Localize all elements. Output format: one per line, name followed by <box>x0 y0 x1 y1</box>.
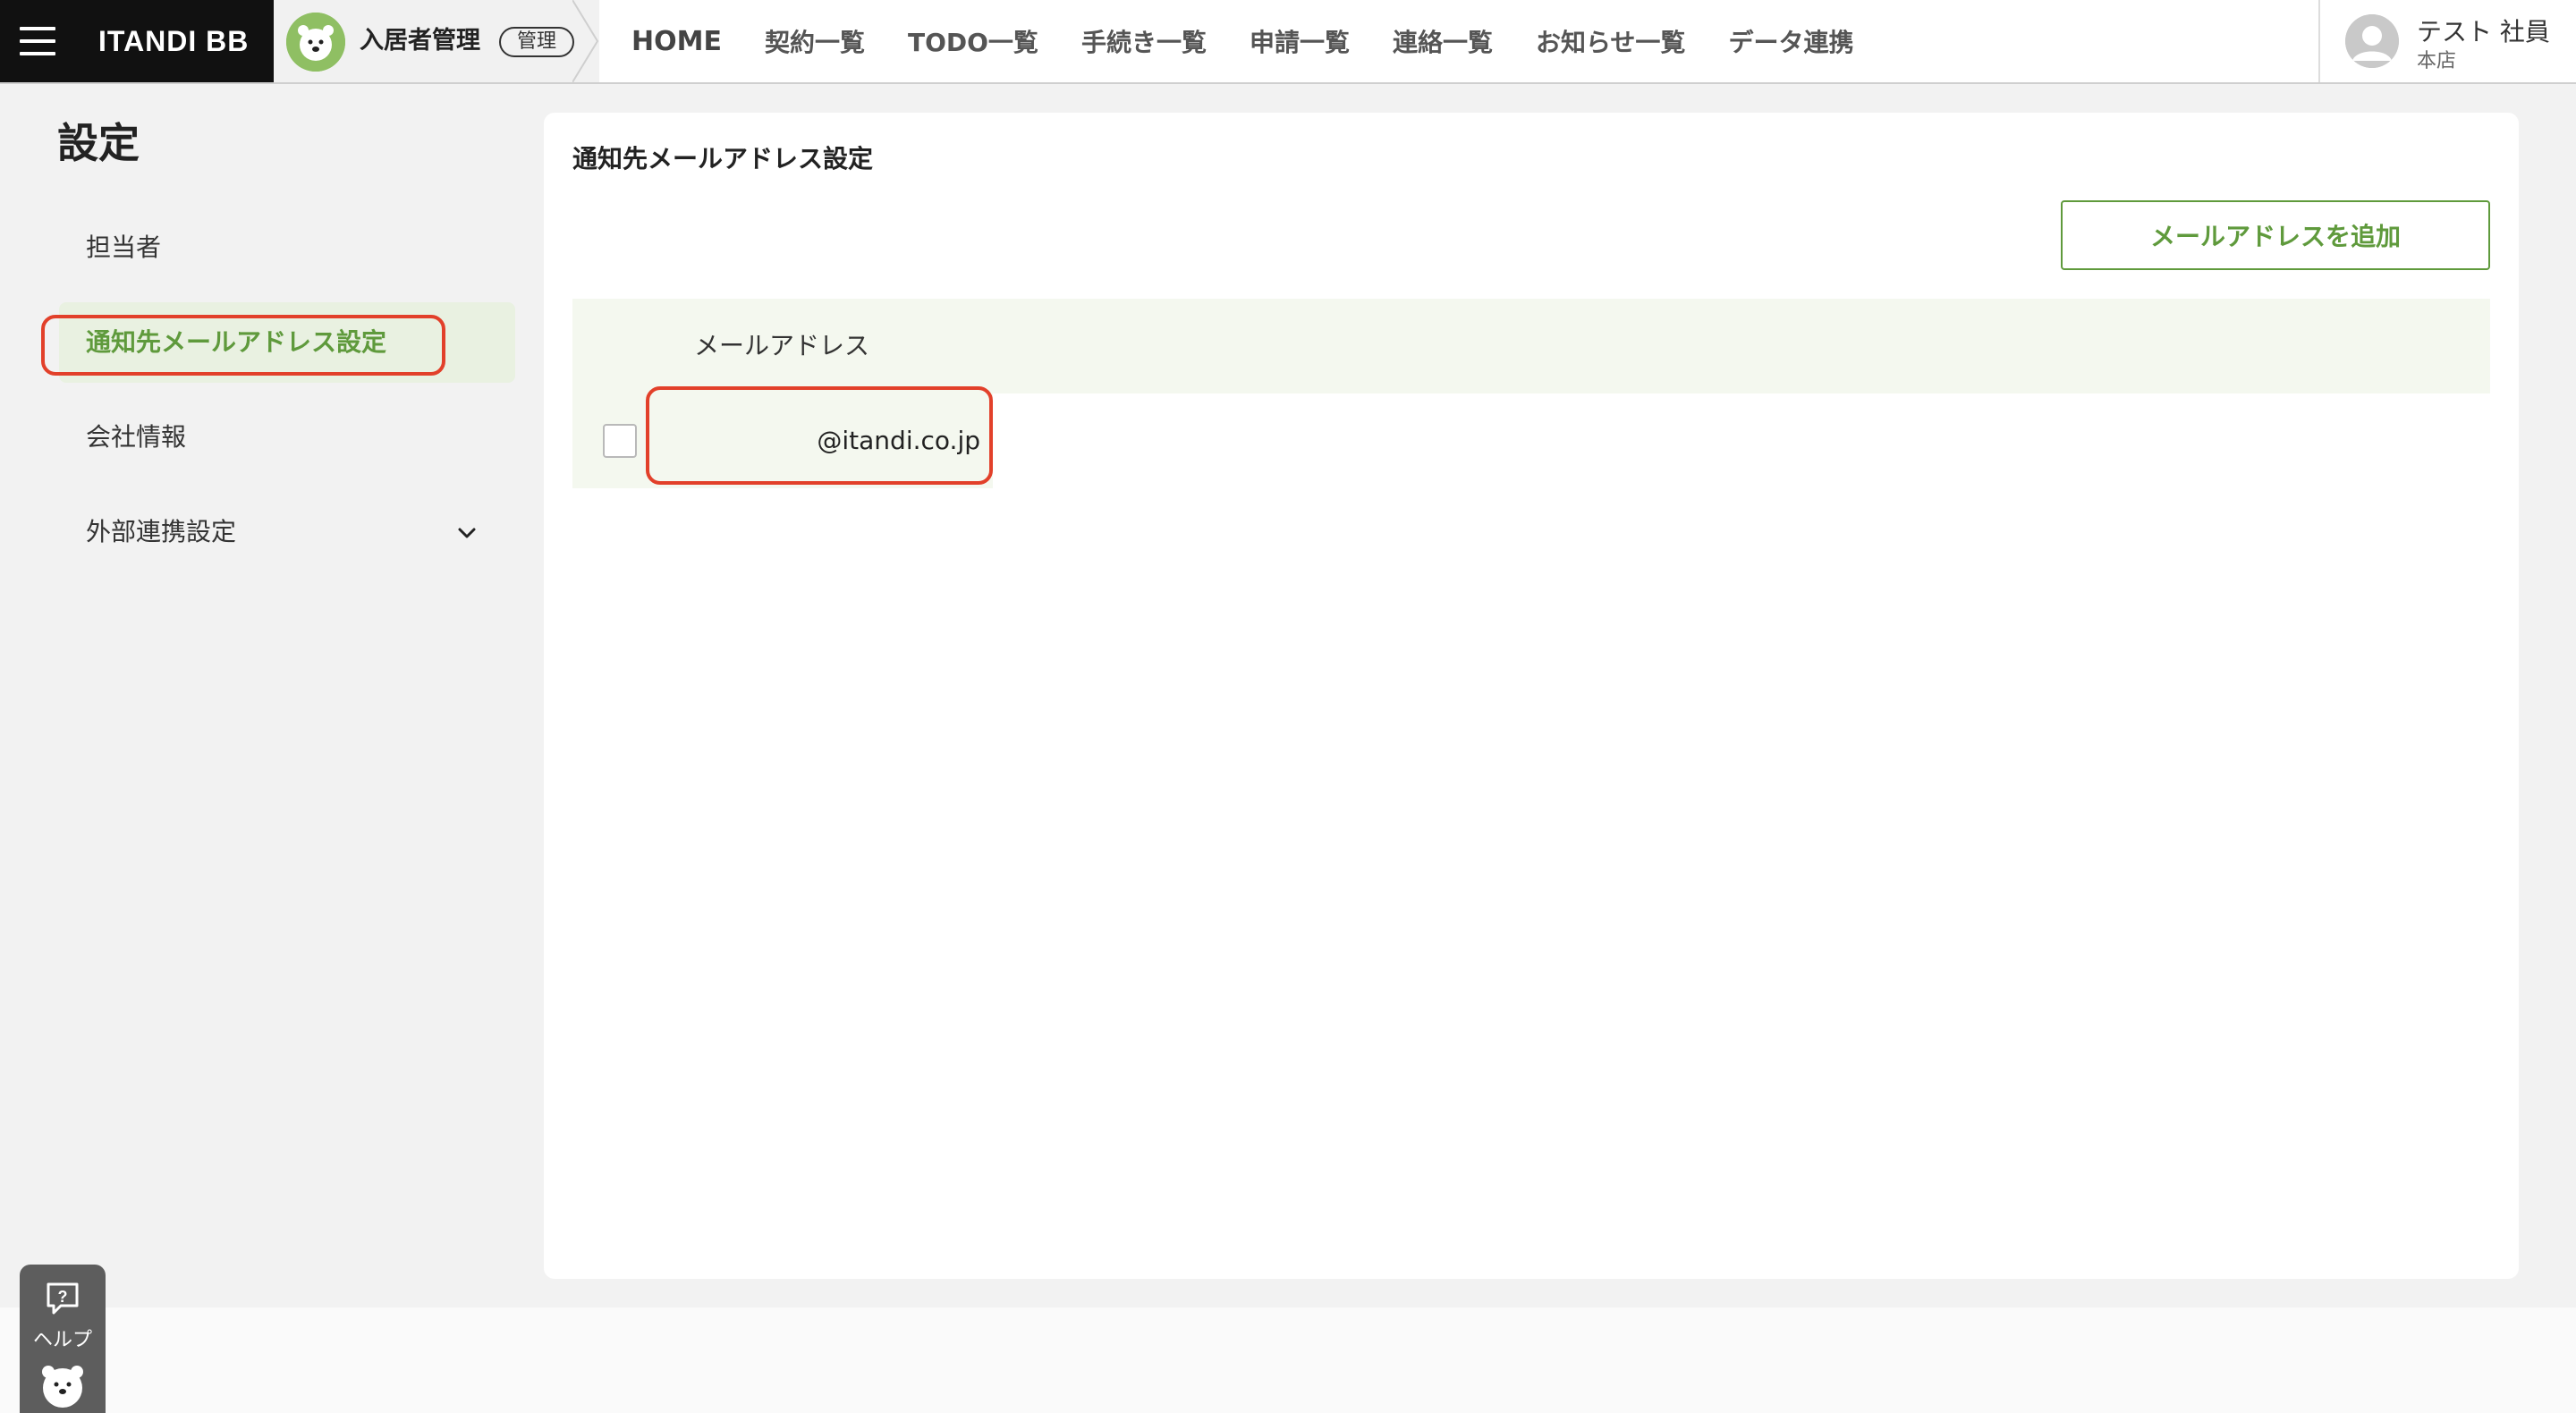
add-email-button[interactable]: メールアドレスを追加 <box>2061 200 2490 270</box>
sidebar-item-staff[interactable]: 担当者 <box>59 207 515 288</box>
nav-data-integration[interactable]: データ連携 <box>1728 23 1853 59</box>
avatar <box>2345 14 2399 68</box>
svg-text:?: ? <box>58 1288 68 1306</box>
help-button[interactable]: ? ヘルプ <box>20 1265 106 1413</box>
hamburger-menu-icon[interactable] <box>20 27 55 55</box>
main-nav: HOME 契約一覧 TODO一覧 手続き一覧 申請一覧 連絡一覧 お知らせ一覧 … <box>631 0 1896 82</box>
nav-contacts[interactable]: 連絡一覧 <box>1393 23 1493 59</box>
app-name: 入居者管理 <box>360 27 480 55</box>
brand-block: ITANDI BB <box>0 0 274 82</box>
user-name: テスト 社員 <box>2417 17 2550 47</box>
nav-notices[interactable]: お知らせ一覧 <box>1536 23 1685 59</box>
brand-logo[interactable]: ITANDI BB <box>98 23 249 59</box>
sidebar-item-label: 外部連携設定 <box>86 517 237 546</box>
admin-badge: 管理 <box>499 27 574 57</box>
user-menu[interactable]: テスト 社員 本店 <box>2318 0 2576 82</box>
nav-applications[interactable]: 申請一覧 <box>1250 23 1350 59</box>
email-table: メールアドレス @itandi.co.jp <box>572 299 2490 488</box>
app-chevron-divider <box>572 0 599 82</box>
nav-procedures[interactable]: 手続き一覧 <box>1081 23 1207 59</box>
table-row: @itandi.co.jp <box>572 393 993 488</box>
email-cell: @itandi.co.jp <box>817 426 980 455</box>
nav-contracts[interactable]: 契約一覧 <box>765 23 865 59</box>
page-title: 設定 <box>57 119 140 167</box>
row-checkbox[interactable] <box>603 424 637 458</box>
sidebar-item-notification-email[interactable]: 通知先メールアドレス設定 <box>59 302 515 383</box>
help-label: ヘルプ <box>32 1329 92 1351</box>
table-header: メールアドレス <box>572 299 2490 393</box>
nav-home[interactable]: HOME <box>631 26 722 57</box>
top-header: ITANDI BB 入居者管理 管理 HOME 契約一覧 TODO一覧 手続き一… <box>0 0 2576 84</box>
bottom-bar <box>0 1307 2576 1413</box>
nav-todo[interactable]: TODO一覧 <box>908 23 1038 59</box>
mascot-help-icon <box>42 1366 83 1408</box>
help-question-icon: ? <box>47 1282 79 1315</box>
column-header-email: メールアドレス <box>694 331 870 360</box>
mascot-icon <box>286 13 345 72</box>
user-branch: 本店 <box>2417 50 2457 72</box>
chevron-down-icon <box>458 528 476 538</box>
main-panel: 通知先メールアドレス設定 メールアドレスを追加 メールアドレス @itandi.… <box>544 113 2519 1279</box>
panel-title: 通知先メールアドレス設定 <box>572 144 874 173</box>
sidebar-item-external-integration[interactable]: 外部連携設定 <box>59 492 515 572</box>
sidebar-item-company-info[interactable]: 会社情報 <box>59 397 515 478</box>
